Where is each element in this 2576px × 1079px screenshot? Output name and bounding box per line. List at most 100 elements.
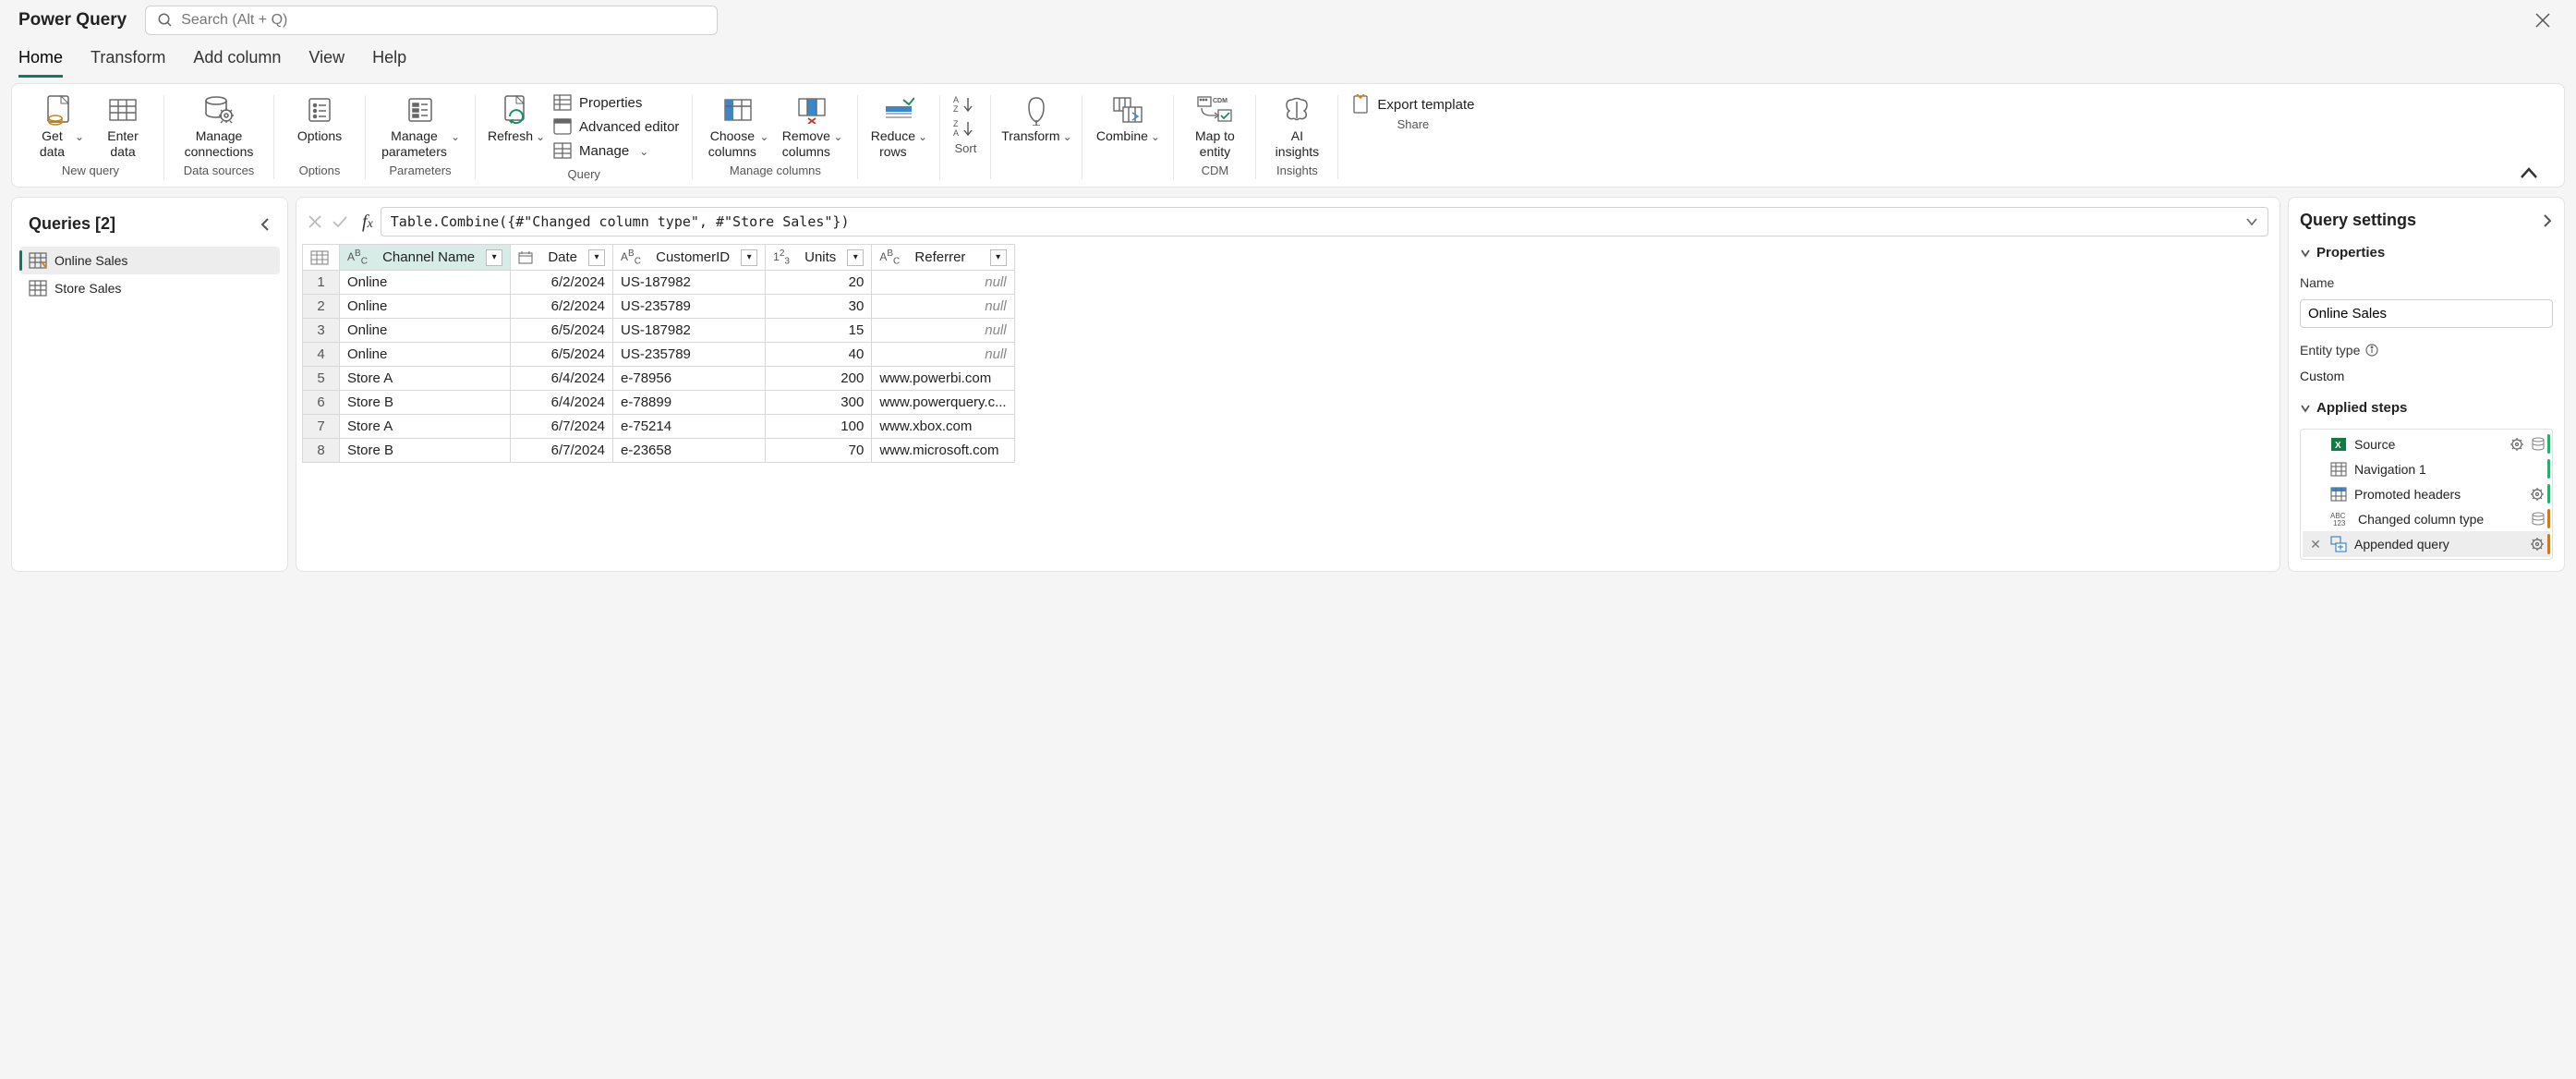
expand-formula-button[interactable] [2245, 217, 2258, 226]
applied-steps-section-toggle[interactable]: Applied steps [2300, 400, 2553, 416]
row-header[interactable]: 6 [303, 391, 340, 415]
cell-customerid[interactable]: US-187982 [613, 271, 766, 295]
applied-step[interactable]: ✕Promoted headers [2303, 481, 2550, 506]
data-grid[interactable]: ABC Channel Name▾ Date▾ ABC CustomerID▾ … [302, 244, 1015, 463]
cell-customerid[interactable]: US-235789 [613, 295, 766, 319]
column-header-customerid[interactable]: ABC CustomerID▾ [613, 245, 766, 271]
cell-units[interactable]: 200 [766, 367, 872, 391]
table-row[interactable]: 4Online6/5/2024US-23578940null [303, 343, 1015, 367]
query-item-online-sales[interactable]: Online Sales [19, 247, 280, 274]
reduce-rows-button[interactable]: Reduce rows [871, 90, 926, 160]
table-row[interactable]: 1Online6/2/2024US-18798220null [303, 271, 1015, 295]
cell-referrer[interactable]: www.powerbi.com [872, 367, 1014, 391]
tab-view[interactable]: View [308, 48, 345, 78]
cell-date[interactable]: 6/2/2024 [511, 295, 613, 319]
cell-customerid[interactable]: US-235789 [613, 343, 766, 367]
cell-referrer[interactable]: null [872, 343, 1014, 367]
properties-section-toggle[interactable]: Properties [2300, 245, 2553, 261]
query-name-input[interactable] [2300, 299, 2553, 328]
collapse-queries-button[interactable] [260, 217, 271, 232]
cell-channel[interactable]: Online [340, 343, 511, 367]
global-search[interactable] [145, 6, 718, 35]
applied-step[interactable]: ✕Appended query [2303, 531, 2550, 557]
cell-date[interactable]: 6/5/2024 [511, 319, 613, 343]
applied-step[interactable]: ✕XSource [2303, 431, 2550, 456]
row-header[interactable]: 8 [303, 439, 340, 463]
cell-referrer[interactable]: www.microsoft.com [872, 439, 1014, 463]
column-header-referrer[interactable]: ABC Referrer▾ [872, 245, 1014, 271]
cell-date[interactable]: 6/7/2024 [511, 415, 613, 439]
row-header[interactable]: 5 [303, 367, 340, 391]
manage-query-button[interactable]: Manage [553, 141, 679, 160]
sort-asc-button[interactable]: AZ [953, 95, 977, 114]
manage-connections-button[interactable]: Manage connections [177, 90, 260, 160]
cell-units[interactable]: 15 [766, 319, 872, 343]
cell-referrer[interactable]: www.powerquery.c... [872, 391, 1014, 415]
table-row[interactable]: 5Store A6/4/2024e-78956200www.powerbi.co… [303, 367, 1015, 391]
cell-date[interactable]: 6/7/2024 [511, 439, 613, 463]
info-icon[interactable] [2365, 344, 2378, 357]
column-header-date[interactable]: Date▾ [511, 245, 613, 271]
cell-referrer[interactable]: null [872, 319, 1014, 343]
cell-units[interactable]: 20 [766, 271, 872, 295]
cell-customerid[interactable]: US-187982 [613, 319, 766, 343]
cell-channel[interactable]: Store B [340, 439, 511, 463]
export-template-button[interactable]: Export template [1351, 90, 1474, 114]
row-header[interactable]: 7 [303, 415, 340, 439]
cell-customerid[interactable]: e-78956 [613, 367, 766, 391]
column-filter-button[interactable]: ▾ [990, 249, 1007, 266]
table-row[interactable]: 3Online6/5/2024US-18798215null [303, 319, 1015, 343]
column-header-units[interactable]: 123 Units▾ [766, 245, 872, 271]
options-button[interactable]: Options [287, 90, 352, 160]
row-header[interactable]: 3 [303, 319, 340, 343]
map-to-entity-button[interactable]: CDM Map to entity [1187, 90, 1242, 160]
select-all-corner[interactable] [303, 245, 340, 271]
cell-channel[interactable]: Online [340, 271, 511, 295]
cell-units[interactable]: 300 [766, 391, 872, 415]
row-header[interactable]: 4 [303, 343, 340, 367]
delete-step-button[interactable]: ✕ [2308, 537, 2323, 552]
collapse-ribbon-button[interactable] [2514, 161, 2544, 185]
cell-referrer[interactable]: null [872, 295, 1014, 319]
column-filter-button[interactable]: ▾ [741, 249, 757, 266]
ai-insights-button[interactable]: AI insights [1269, 90, 1324, 160]
tab-transform[interactable]: Transform [91, 48, 165, 78]
row-header[interactable]: 2 [303, 295, 340, 319]
applied-step[interactable]: ✕ABC123Changed column type [2303, 506, 2550, 531]
cancel-formula-button[interactable] [308, 214, 322, 229]
column-filter-button[interactable]: ▾ [847, 249, 864, 266]
cell-referrer[interactable]: www.xbox.com [872, 415, 1014, 439]
sort-desc-button[interactable]: ZA [953, 119, 977, 138]
enter-data-button[interactable]: Enter data [95, 90, 151, 160]
close-button[interactable] [2528, 9, 2558, 31]
gear-icon[interactable] [2509, 437, 2524, 452]
remove-columns-button[interactable]: Remove columns [780, 90, 844, 160]
cell-channel[interactable]: Store A [340, 367, 511, 391]
cell-date[interactable]: 6/4/2024 [511, 391, 613, 415]
cell-channel[interactable]: Online [340, 319, 511, 343]
search-input[interactable] [181, 12, 706, 29]
applied-step[interactable]: ✕Navigation 1 [2303, 456, 2550, 481]
get-data-button[interactable]: Get data [30, 90, 86, 160]
cell-customerid[interactable]: e-23658 [613, 439, 766, 463]
cell-referrer[interactable]: null [872, 271, 1014, 295]
column-filter-button[interactable]: ▾ [588, 249, 605, 266]
cell-customerid[interactable]: e-78899 [613, 391, 766, 415]
table-row[interactable]: 2Online6/2/2024US-23578930null [303, 295, 1015, 319]
cell-customerid[interactable]: e-75214 [613, 415, 766, 439]
expand-settings-button[interactable] [2542, 213, 2553, 228]
cell-units[interactable]: 100 [766, 415, 872, 439]
choose-columns-button[interactable]: Choose columns [706, 90, 770, 160]
combine-button[interactable]: Combine [1095, 90, 1160, 160]
table-row[interactable]: 6Store B6/4/2024e-78899300www.powerquery… [303, 391, 1015, 415]
column-header-channel-name[interactable]: ABC Channel Name▾ [340, 245, 511, 271]
cell-channel[interactable]: Store A [340, 415, 511, 439]
properties-button[interactable]: Properties [553, 93, 679, 112]
gear-icon[interactable] [2530, 537, 2545, 552]
cell-units[interactable]: 70 [766, 439, 872, 463]
row-header[interactable]: 1 [303, 271, 340, 295]
cell-units[interactable]: 30 [766, 295, 872, 319]
table-row[interactable]: 8Store B6/7/2024e-2365870www.microsoft.c… [303, 439, 1015, 463]
cell-date[interactable]: 6/4/2024 [511, 367, 613, 391]
transform-button[interactable]: Transform [1004, 90, 1069, 160]
